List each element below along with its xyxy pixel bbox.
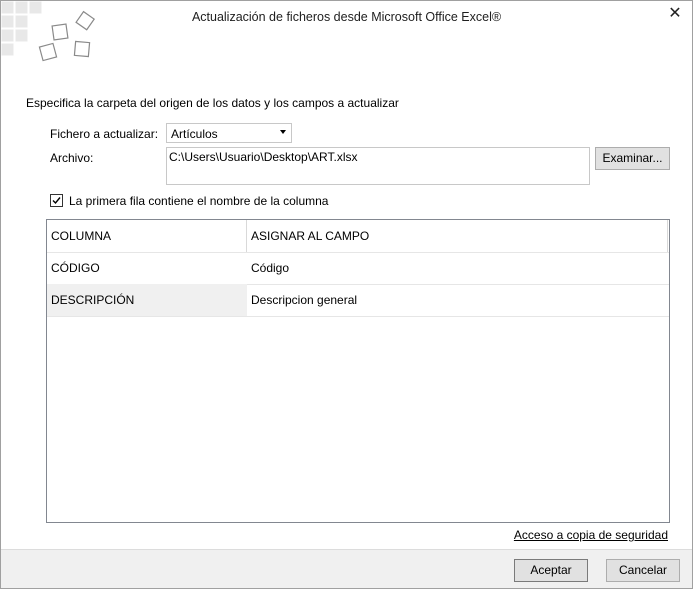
table-cell: CÓDIGO	[51, 261, 100, 275]
file-to-update-select[interactable]: Artículos	[166, 123, 292, 143]
first-row-header-checkbox[interactable]	[50, 194, 63, 207]
accept-button[interactable]: Aceptar	[514, 559, 588, 582]
instruction-text: Especifica la carpeta del origen de los …	[26, 96, 399, 110]
table-cell: DESCRIPCIÓN	[47, 284, 247, 316]
file-to-update-label: Fichero a actualizar:	[50, 127, 159, 141]
file-to-update-value: Artículos	[171, 127, 218, 141]
dialog-footer	[1, 549, 692, 588]
file-path-field[interactable]: C:\Users\Usuario\Desktop\ART.xlsx	[166, 147, 590, 185]
file-path-value: C:\Users\Usuario\Desktop\ART.xlsx	[169, 150, 358, 164]
dialog-window: Actualización de ficheros desde Microsof…	[0, 0, 693, 589]
table-cell[interactable]: Descripcion general	[247, 284, 669, 316]
mapping-grid[interactable]: COLUMNA ASIGNAR AL CAMPO CÓDIGO Código D…	[46, 219, 670, 523]
chevron-down-icon	[280, 130, 286, 134]
file-label: Archivo:	[50, 151, 94, 165]
close-icon[interactable]: ✕	[664, 5, 686, 23]
table-row[interactable]: DESCRIPCIÓN Descripcion general	[47, 284, 669, 317]
backup-access-link[interactable]: Acceso a copia de seguridad	[514, 528, 668, 542]
cancel-button[interactable]: Cancelar	[606, 559, 680, 582]
checkmark-icon	[52, 197, 61, 205]
browse-button[interactable]: Examinar...	[595, 147, 670, 170]
column-header-asignar[interactable]: ASIGNAR AL CAMPO	[247, 220, 668, 252]
window-title: Actualización de ficheros desde Microsof…	[191, 10, 502, 24]
table-cell[interactable]: Código	[247, 252, 669, 284]
grid-header-row: COLUMNA ASIGNAR AL CAMPO	[47, 220, 669, 253]
table-row[interactable]: CÓDIGO Código	[47, 252, 669, 285]
first-row-header-label: La primera fila contiene el nombre de la…	[69, 194, 329, 208]
column-header-columna[interactable]: COLUMNA	[47, 220, 247, 252]
